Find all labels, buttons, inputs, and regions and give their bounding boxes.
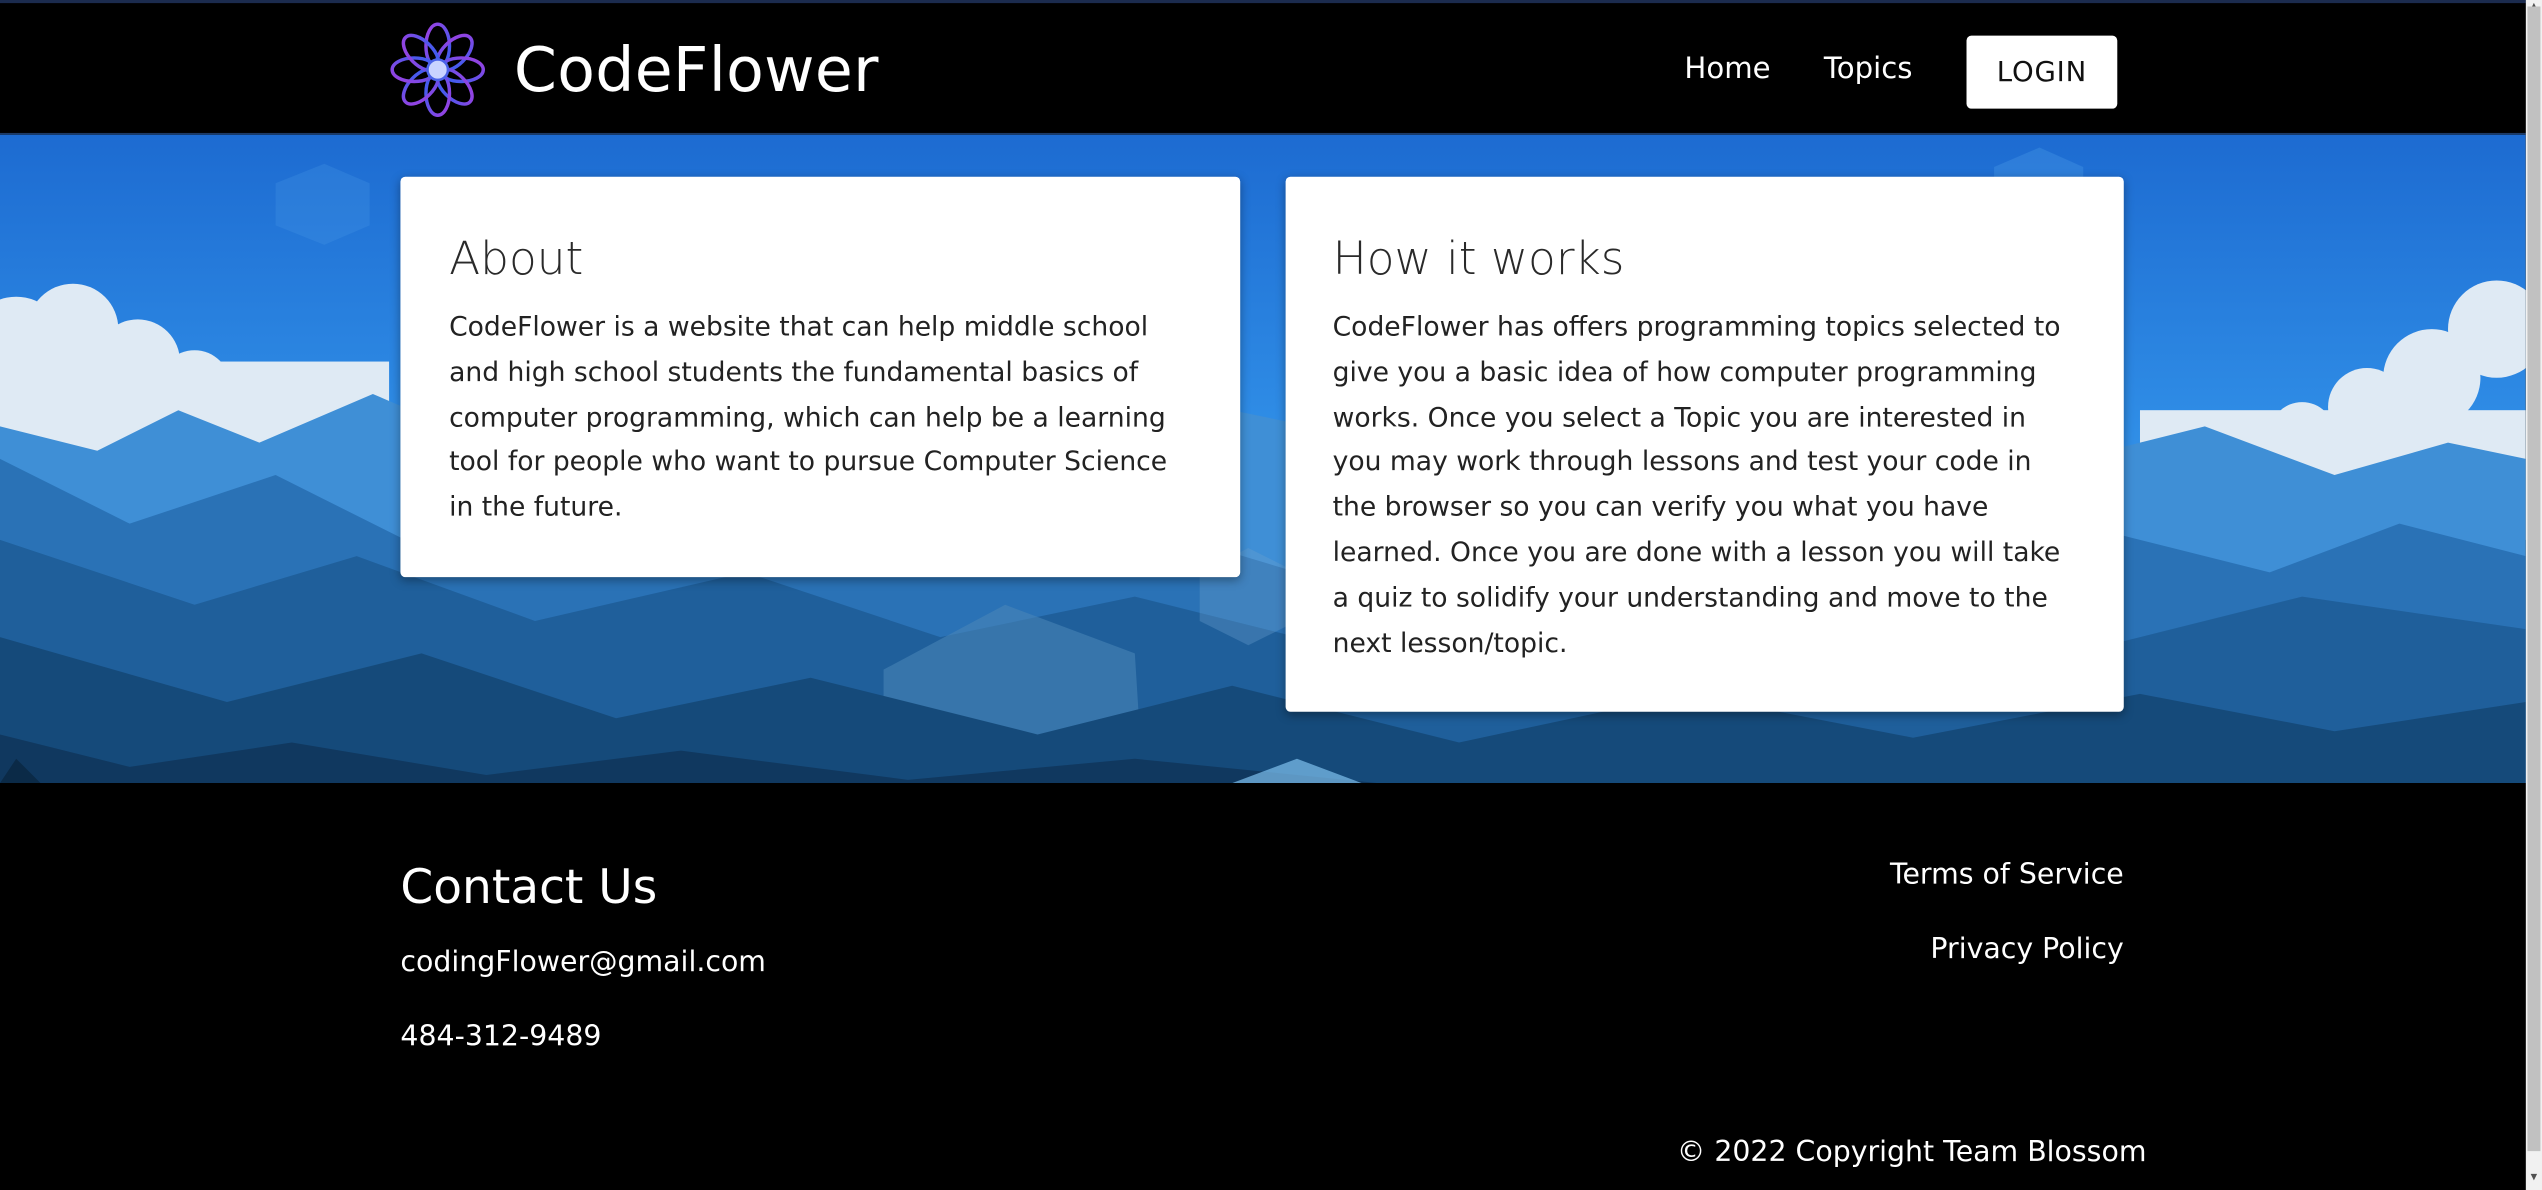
nav-topics-link[interactable]: Topics [1824,52,1913,86]
mountain-landscape-illustration [0,134,2526,784]
footer [0,783,2526,1190]
about-card: About CodeFlower is a website that can h… [400,176,1241,578]
nav-home-link[interactable]: Home [1684,52,1770,86]
how-it-works-body: CodeFlower has offers programming topics… [1332,311,2061,658]
how-it-works-card: How it works CodeFlower has offers progr… [1285,176,2124,712]
about-body: CodeFlower is a website that can help mi… [449,311,1168,523]
copyright-text: © 2022 Copyright Team Blossom [1676,1136,2147,1169]
scrollbar[interactable]: ▴ ▾ [2525,0,2542,1190]
arrow-down-icon[interactable]: ▾ [2527,1170,2540,1184]
scrollbar-thumb[interactable] [2527,6,2541,1152]
terms-of-service-link[interactable]: Terms of Service [1890,859,2124,891]
about-title: About [449,231,584,286]
login-button[interactable]: LOGIN [1966,35,2118,109]
privacy-policy-link[interactable]: Privacy Policy [1930,934,2123,966]
brand[interactable]: CodeFlower [387,18,878,122]
contact-email[interactable]: codingFlower@gmail.com [400,947,766,979]
navbar: CodeFlower Home Topics LOGIN [0,3,2526,135]
how-it-works-title: How it works [1332,231,1625,286]
contact-title: Contact Us [400,859,658,915]
contact-phone: 484-312-9489 [400,1021,602,1054]
flower-logo-icon [390,22,485,117]
hero-background [0,134,2526,784]
page: CodeFlower Home Topics LOGIN About CodeF… [0,0,2542,1190]
brand-name: CodeFlower [513,34,879,106]
